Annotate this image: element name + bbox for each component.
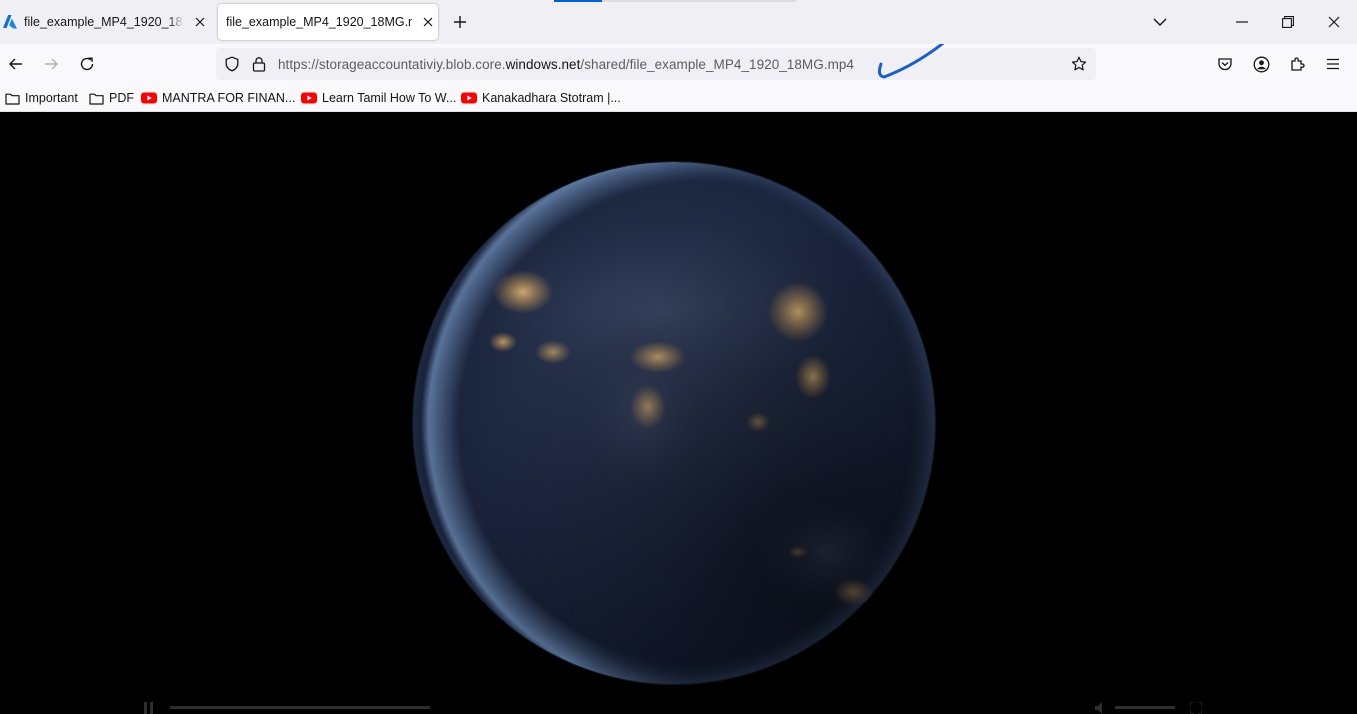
extensions-button[interactable] — [1283, 50, 1311, 78]
tab-strip: file_example_MP4_1920_18MG.mp4 file_exam… — [0, 0, 1357, 44]
tracking-protection-shield-icon[interactable] — [222, 54, 242, 74]
folder-icon — [88, 90, 104, 106]
minimize-button[interactable] — [1228, 8, 1256, 36]
url-domain: windows.net — [505, 57, 581, 72]
account-button[interactable] — [1247, 50, 1275, 78]
video-controls — [130, 695, 1230, 714]
youtube-icon — [461, 90, 477, 106]
volume-slider[interactable] — [1115, 706, 1175, 709]
bookmark-label: Kanakadhara Stotram |... — [482, 91, 621, 105]
bookmark-label: Learn Tamil How To W... — [322, 91, 457, 105]
bookmark-label: PDF — [109, 91, 134, 105]
bookmark-item-kanakadhara[interactable]: Kanakadhara Stotram |... — [461, 89, 621, 107]
tab-1[interactable]: file_example_MP4_1920_18MG.mp4 — [0, 0, 210, 44]
folder-icon — [4, 90, 20, 106]
list-all-tabs-button[interactable] — [1148, 10, 1172, 34]
restore-button[interactable] — [1274, 8, 1302, 36]
bookmark-star-icon[interactable] — [1069, 54, 1089, 74]
url-path: /shared/file_example_MP4_1920_18MG.mp4 — [580, 57, 854, 72]
url-text[interactable]: https://storageaccountativiy.blob.core.w… — [278, 57, 854, 72]
tab-scroll-indicator — [554, 0, 602, 2]
video-player[interactable] — [0, 113, 1357, 714]
bookmark-item-pdf[interactable]: PDF — [88, 89, 134, 107]
navigation-toolbar: https://storageaccountativiy.blob.core.w… — [0, 44, 1357, 84]
bookmark-item-mantra[interactable]: MANTRA FOR FINAN... — [141, 89, 295, 107]
pocket-button[interactable] — [1211, 50, 1239, 78]
menu-button[interactable] — [1319, 50, 1347, 78]
tab-title: file_example_MP4_1920_18MG.mp4 — [24, 15, 184, 29]
address-bar[interactable]: https://storageaccountativiy.blob.core.w… — [216, 48, 1096, 80]
bookmark-item-important[interactable]: Important — [4, 89, 78, 107]
fullscreen-icon[interactable] — [1189, 701, 1203, 714]
bookmarks-toolbar: Important PDF MANTRA FOR FINAN... Learn … — [0, 84, 1357, 112]
tab-2-active[interactable]: file_example_MP4_1920_18MG.mp4 — [218, 4, 438, 40]
close-window-button[interactable] — [1320, 8, 1348, 36]
volume-icon[interactable] — [1095, 701, 1109, 714]
back-button[interactable] — [2, 50, 30, 78]
bookmark-label: MANTRA FOR FINAN... — [162, 91, 296, 105]
pause-icon[interactable] — [144, 701, 154, 714]
url-prefix: https://storageaccountativiy.blob.core. — [278, 57, 506, 72]
bookmark-label: Important — [25, 91, 78, 105]
azure-icon — [2, 14, 18, 30]
lock-icon[interactable] — [249, 54, 269, 74]
earth-video-frame — [413, 162, 935, 684]
tab-title: file_example_MP4_1920_18MG.mp4 — [226, 15, 413, 29]
tab-scroll-track — [602, 0, 796, 2]
new-tab-button[interactable] — [448, 10, 472, 34]
reload-button[interactable] — [73, 50, 101, 78]
youtube-icon — [301, 90, 317, 106]
night-shade — [413, 162, 935, 684]
close-icon[interactable] — [418, 12, 438, 32]
seek-bar[interactable] — [170, 706, 430, 709]
close-icon[interactable] — [190, 12, 210, 32]
forward-button[interactable] — [37, 50, 65, 78]
bookmark-item-learn-tamil[interactable]: Learn Tamil How To W... — [301, 89, 456, 107]
youtube-icon — [141, 90, 157, 106]
